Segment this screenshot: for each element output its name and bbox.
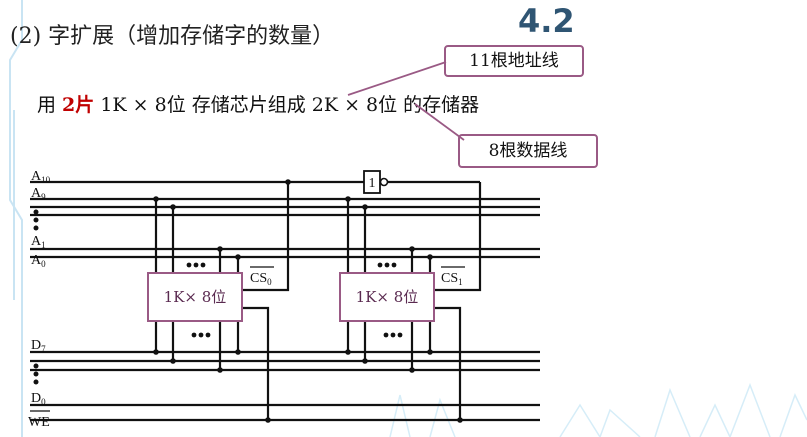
junction-dot <box>217 246 223 252</box>
address-callout-pointer <box>347 61 447 96</box>
junction-dot <box>427 254 433 260</box>
signal-a0-label: A0 <box>31 253 46 269</box>
chip1-addr-ellipsis <box>377 262 397 268</box>
memory-chip-1-label: 1K× 8位 <box>356 288 419 306</box>
cs0-label: CS0 <box>250 271 272 287</box>
junction-dot <box>153 349 159 355</box>
chip0-addr-ellipsis <box>186 262 206 268</box>
junction-dot <box>427 349 433 355</box>
inverter-bubble <box>379 177 389 187</box>
junction-dot <box>345 196 351 202</box>
junction-dot <box>217 367 223 373</box>
cs1-label: CS1 <box>441 271 463 287</box>
signal-d7-label: D7 <box>31 338 46 354</box>
signal-we-label: WE <box>28 415 50 430</box>
chip0-we-wire <box>242 306 270 420</box>
junction-dot <box>235 254 241 260</box>
junction-dot <box>235 349 241 355</box>
signal-a10-label: A10 <box>31 169 51 185</box>
memory-chip-0-label: 1K× 8位 <box>164 288 227 306</box>
inverter-label: 1 <box>369 176 376 191</box>
signal-a9-label: A9 <box>31 186 46 202</box>
signal-a1-label: A1 <box>31 234 46 250</box>
signal-d0-label: D0 <box>31 391 46 407</box>
junction-dot <box>153 196 159 202</box>
junction-dot <box>170 204 176 210</box>
junction-dot <box>345 349 351 355</box>
junction-dot <box>457 417 463 423</box>
junction-dot <box>285 179 291 185</box>
junction-dot <box>409 246 415 252</box>
junction-dot <box>409 367 415 373</box>
chip1-data-ellipsis <box>383 332 403 338</box>
chip0-data-ellipsis <box>191 332 211 338</box>
chip1-we-wire <box>434 306 462 420</box>
addr-ellipsis-left <box>33 209 39 231</box>
circuit-diagram: 1K× 8位 1K× 8位 1 A10 A9 A1 A0 D7 D0 WE CS… <box>28 61 540 430</box>
junction-dot <box>265 417 271 423</box>
junction-dot <box>170 358 176 364</box>
data-callout-pointer <box>414 103 465 141</box>
junction-dot <box>362 358 368 364</box>
junction-dot <box>362 204 368 210</box>
data-ellipsis-left <box>33 363 39 385</box>
